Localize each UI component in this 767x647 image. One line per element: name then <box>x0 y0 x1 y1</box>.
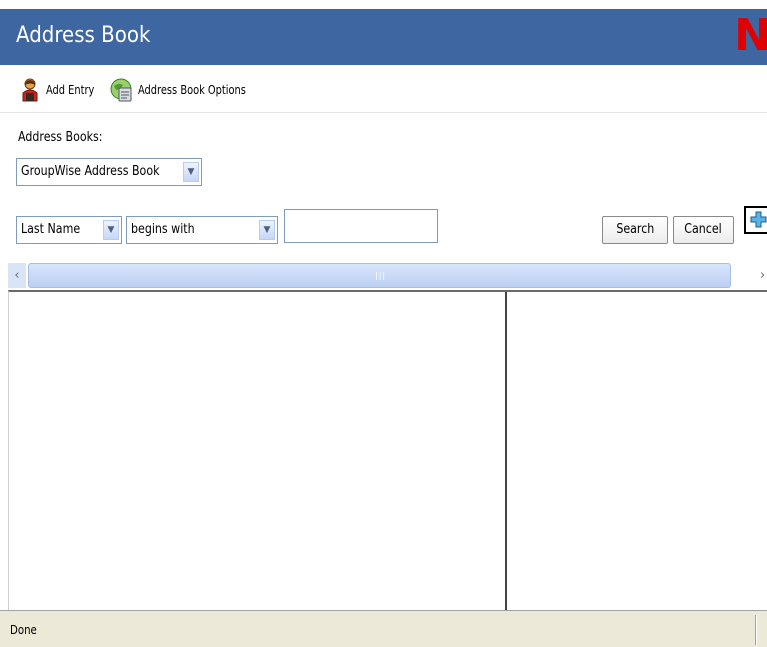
search-field-value: Last Name <box>21 222 81 237</box>
address-books-label: Address Books: <box>18 130 103 145</box>
search-field-select[interactable]: Last Name ▼ <box>16 216 122 244</box>
brand-logo: N <box>734 10 767 61</box>
search-operator-select[interactable]: begins with ▼ <box>126 216 278 244</box>
add-entry-button[interactable]: Add Entry <box>20 78 105 102</box>
search-operator-value: begins with <box>131 222 195 237</box>
page-title: Address Book <box>16 23 151 48</box>
title-bar: Address Book N <box>0 9 767 65</box>
address-book-select-value: GroupWise Address Book <box>21 164 160 179</box>
add-entry-label: Add Entry <box>46 83 95 97</box>
search-input[interactable] <box>284 209 438 243</box>
results-list-panel[interactable] <box>9 292 507 610</box>
add-criteria-button[interactable] <box>744 206 767 234</box>
search-button[interactable]: Search <box>602 216 668 244</box>
plus-icon <box>750 211 767 233</box>
details-panel[interactable] <box>509 292 767 610</box>
status-bar: Done <box>0 610 767 647</box>
toolbar: Add Entry Address Book Options <box>0 65 767 113</box>
status-text: Done <box>10 623 37 637</box>
grip-icon: ||| <box>375 271 387 280</box>
status-divider <box>755 615 757 645</box>
scrollbar-thumb[interactable]: ||| <box>28 263 731 288</box>
horizontal-scrollbar[interactable]: ‹ ||| › <box>8 263 767 289</box>
person-icon <box>20 78 42 102</box>
chevron-down-icon[interactable]: ▼ <box>103 220 119 240</box>
results-area <box>8 290 767 610</box>
address-book-options-button[interactable]: Address Book Options <box>110 78 270 102</box>
chevron-down-icon[interactable]: ▼ <box>259 220 275 240</box>
scroll-right-icon[interactable]: › <box>760 263 767 288</box>
cancel-button[interactable]: Cancel <box>673 216 734 244</box>
scroll-left-icon[interactable]: ‹ <box>8 263 26 288</box>
address-book-options-icon <box>110 78 134 102</box>
address-book-select[interactable]: GroupWise Address Book ▼ <box>16 158 202 186</box>
address-book-options-label: Address Book Options <box>138 83 246 97</box>
chevron-down-icon[interactable]: ▼ <box>183 162 199 182</box>
